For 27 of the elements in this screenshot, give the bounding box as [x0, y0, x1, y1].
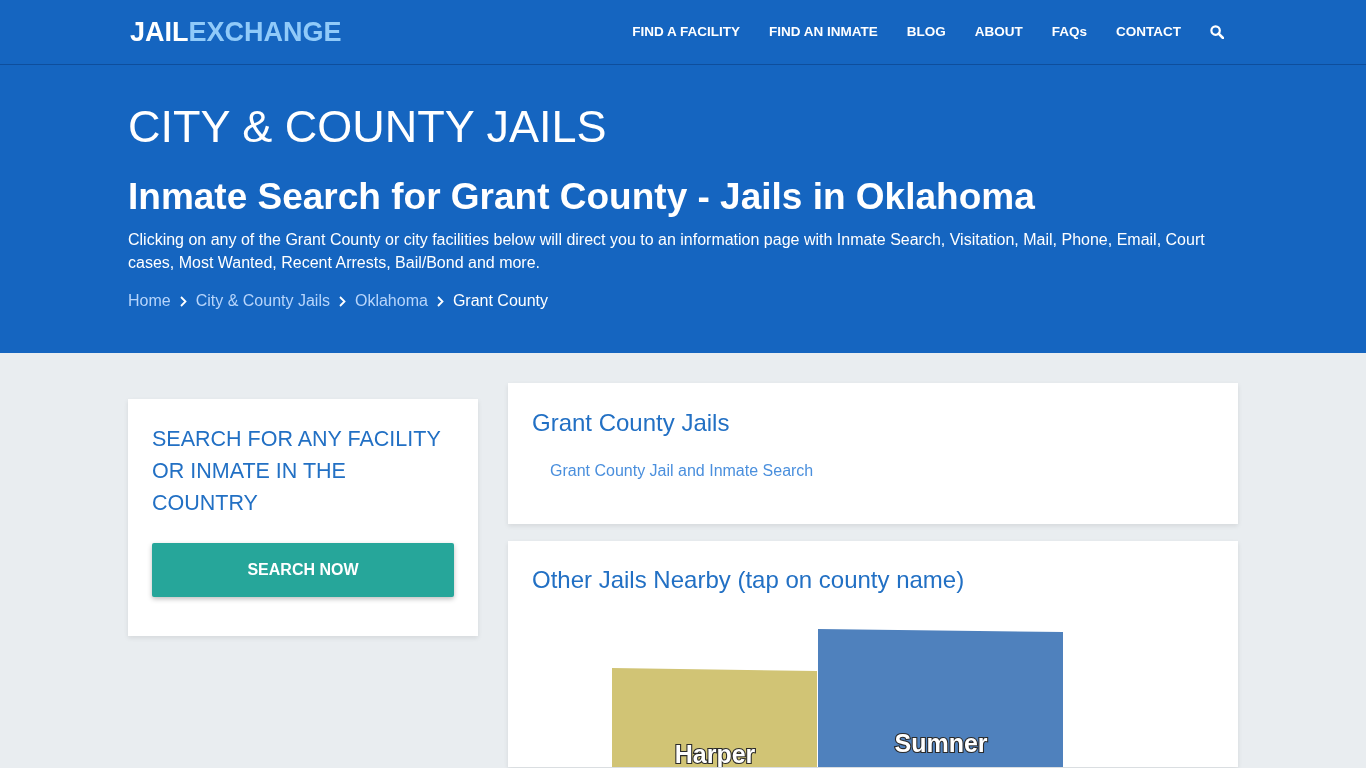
site-logo[interactable]: JAILEXCHANGE [130, 16, 342, 48]
jail-link[interactable]: Grant County Jail and Inmate Search [550, 459, 814, 483]
card-title: Other Jails Nearby (tap on county name) [532, 565, 966, 595]
nav-link[interactable]: FIND AN INMATE [769, 22, 878, 42]
chevron-right-icon [338, 295, 346, 307]
page-subtitle: Inmate Search for Grant County - Jails in Oklahoma [128, 175, 1036, 219]
county-shape[interactable] [612, 668, 817, 767]
breadcrumb-current: Grant County [452, 291, 549, 311]
nav-link[interactable]: FIND A FACILITY [632, 22, 740, 42]
county-shape[interactable] [818, 629, 1063, 767]
breadcrumb-link[interactable]: City & County Jails [195, 289, 330, 313]
card-title: Grant County Jails [532, 408, 731, 438]
nav-link[interactable]: ABOUT [974, 22, 1023, 42]
search-now-button[interactable]: SEARCH NOW [152, 543, 454, 597]
nav-link[interactable]: BLOG [906, 22, 946, 42]
chevron-right-icon [436, 295, 444, 307]
card-title: SEARCH FOR ANY FACILITY OR INMATE IN THE COUNTRY [152, 426, 442, 517]
nav-link[interactable]: CONTACT [1116, 22, 1181, 42]
search-icon [1210, 25, 1224, 39]
nav-link[interactable]: FAQs [1051, 22, 1087, 42]
breadcrumb-link[interactable]: Oklahoma [354, 289, 428, 313]
search-button[interactable] [1210, 25, 1224, 39]
chevron-right-icon [179, 295, 187, 307]
page-title: CITY & COUNTY JAILS [128, 100, 608, 154]
intro-text: Clicking on any of the Grant County or city facilities below will direct you to an information page with Inmate Search, Visitation, Mail, Phone, Email, Court cases, Most Wanted, Recent Arrests, Bail/Bond and more. [128, 230, 1206, 273]
breadcrumb-link[interactable]: Home [128, 289, 171, 313]
county-label[interactable]: Sumner [894, 729, 988, 757]
